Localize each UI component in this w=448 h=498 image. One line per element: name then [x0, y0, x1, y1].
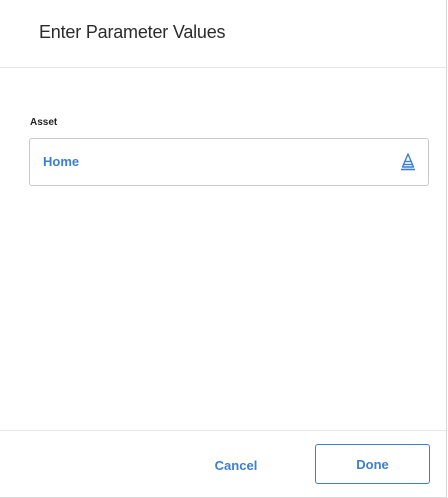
- dialog-title: Enter Parameter Values: [39, 22, 226, 42]
- cancel-button[interactable]: Cancel: [196, 450, 276, 480]
- parameter-dialog: Enter Parameter Values Asset Home Cancel…: [0, 0, 447, 498]
- dialog-header: Enter Parameter Values: [0, 0, 446, 68]
- done-button[interactable]: Done: [315, 444, 430, 484]
- hierarchy-icon[interactable]: [400, 153, 416, 171]
- asset-value: Home: [43, 154, 80, 169]
- asset-label: Asset: [30, 117, 58, 128]
- dialog-footer: Cancel Done: [0, 430, 446, 498]
- asset-field[interactable]: Home: [29, 138, 429, 186]
